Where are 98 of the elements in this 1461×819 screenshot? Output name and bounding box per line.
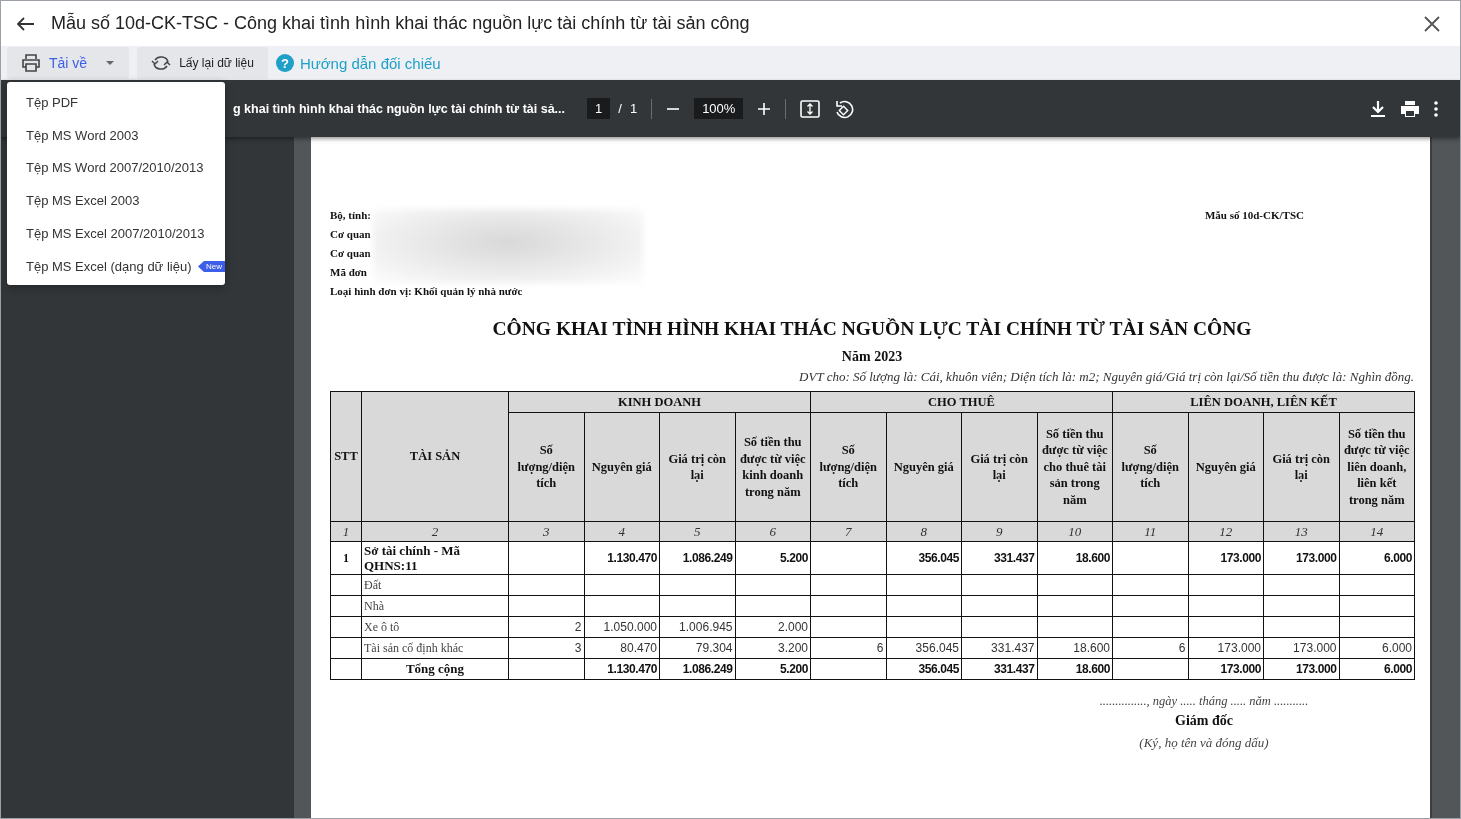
header-cell: STT	[330, 391, 362, 522]
menu-item[interactable]: Tệp PDF	[26, 94, 78, 110]
signer-title: Giám đốc	[1174, 713, 1234, 729]
header-cell: TÀI SẢN	[361, 391, 509, 522]
header-cell: Số tiền thu được từ việc cho thuê tài sản trong năm	[1037, 412, 1113, 522]
header-cell: LIÊN DOANH, LIÊN KẾT	[1112, 391, 1415, 413]
caret-icon	[105, 60, 116, 66]
header-cell: Số lượng/diện tích	[810, 412, 886, 522]
table-cell: 3.200	[735, 637, 811, 659]
table-cell: 1.086.249	[659, 658, 735, 680]
table-cell: 6	[810, 637, 886, 659]
table-cell: 2.000	[735, 616, 811, 638]
table-cell: 5.200	[735, 541, 811, 575]
header-cell: Giá trị còn lại	[659, 412, 735, 522]
download-button[interactable]: Tải về	[7, 47, 130, 79]
table-cell: 3	[508, 637, 584, 659]
menu-item[interactable]: Tệp MS Word 2007/2010/2013	[26, 160, 204, 176]
table-cell: 173.000	[1188, 658, 1264, 680]
table-cell: Đất	[361, 574, 509, 596]
menu-item[interactable]: Tệp MS Excel 2003	[26, 193, 140, 209]
page-field[interactable]: 1	[587, 98, 611, 119]
column-number: 1	[330, 521, 362, 542]
close-icon[interactable]	[1424, 15, 1440, 32]
menu-item[interactable]: Tệp MS Excel (dạng dữ liệu)	[26, 258, 192, 274]
table-cell: 18.600	[1037, 658, 1113, 680]
header-cell: Số lượng/diện tích	[1112, 412, 1188, 522]
table-cell: 356.045	[886, 541, 962, 575]
date-line: ..............., ngày ..... tháng ..... năm ...........	[1098, 694, 1310, 709]
table-cell: 331.437	[961, 541, 1037, 575]
table-cell: 1.050.000	[584, 616, 660, 638]
header-label: Cơ quan	[330, 228, 371, 242]
table-cell: 79.304	[659, 637, 735, 659]
table-cell: 173.000	[1263, 541, 1339, 575]
header-label: Cơ quan	[330, 247, 371, 261]
fit-page-icon[interactable]	[800, 99, 821, 118]
header-label: Bộ, tỉnh:	[330, 209, 371, 223]
header-cell: Giá trị còn lại	[1263, 412, 1339, 522]
menu-item[interactable]: Tệp MS Word 2003	[26, 127, 139, 143]
form-code: Mẫu số 10d-CK/TSC	[1204, 209, 1305, 223]
page-count: 1	[629, 101, 638, 116]
table-cell: 173.000	[1188, 541, 1264, 575]
download-icon[interactable]	[1370, 99, 1386, 118]
back-arrow-icon[interactable]	[17, 16, 35, 31]
zoom-field[interactable]: 100%	[694, 98, 744, 119]
table-cell: 18.600	[1037, 637, 1113, 659]
header-cell: Số lượng/diện tích	[508, 412, 584, 522]
table-cell: 331.437	[961, 658, 1037, 680]
table-cell: 18.600	[1037, 541, 1113, 575]
refresh-icon	[151, 55, 172, 71]
table-cell: 6	[1112, 637, 1188, 659]
window-title: Mẫu số 10d-CK-TSC - Công khai tình hình khai thác nguồn lực tài chính từ tài sản công	[51, 13, 751, 34]
table-cell: Tài sản cố định khác	[361, 637, 509, 659]
page-separator: /	[618, 101, 622, 116]
table-cell: 173.000	[1188, 637, 1264, 659]
table-cell: 2	[508, 616, 584, 638]
header-cell: Nguyên giá	[1188, 412, 1264, 522]
header-cell: Số tiền thu được từ việc kinh doanh trong năm	[735, 412, 811, 522]
table-cell: Tổng cộng	[361, 658, 509, 680]
table-cell: Nhà	[361, 595, 509, 617]
table-cell: 1.086.249	[659, 541, 735, 575]
header-label: Mã đơn	[330, 266, 368, 280]
table-cell: 6.000	[1339, 658, 1415, 680]
header-cell: KINH DOANH	[508, 391, 811, 413]
header-cell: Giá trị còn lại	[961, 412, 1037, 522]
table-cell: 356.045	[886, 637, 962, 659]
table-cell: 1.130.470	[584, 541, 660, 575]
printer-icon	[21, 54, 41, 72]
table-cell: 356.045	[886, 658, 962, 680]
table-cell: 1	[330, 541, 362, 575]
table-cell: 5.200	[735, 658, 811, 680]
table-cell: 173.000	[1263, 637, 1339, 659]
table-cell: 6.000	[1339, 637, 1415, 659]
menu-item[interactable]: Tệp MS Excel 2007/2010/2013	[26, 226, 205, 242]
zoom-in-icon[interactable]	[757, 101, 772, 116]
document-title: g khai tình hình khai thác nguồn lực tài chính từ tài sả...	[233, 100, 566, 118]
table-cell: 6.000	[1339, 541, 1415, 575]
report-title: CÔNG KHAI TÌNH HÌNH KHAI THÁC NGUỒN LỰC TÀI CHÍNH TỪ TÀI SẢN CÔNG	[491, 318, 1253, 340]
unit-note: DVT cho: Số lượng là: Cái, khuôn viên; Diện tích là: m2; Nguyên giá/Giá trị còn lại/Số tiền thu được là: Nghìn đồng.	[798, 369, 1414, 385]
reload-button[interactable]: Lấy lại dữ liệu	[137, 47, 268, 79]
scrollbar[interactable]	[1430, 137, 1460, 818]
table-cell: 1.006.945	[659, 616, 735, 638]
table-cell: Xe ô tô	[361, 616, 509, 638]
header-cell: Nguyên giá	[886, 412, 962, 522]
unit-type: Loại hình đơn vị: Khối quản lý nhà nước	[330, 285, 524, 299]
table-cell: 173.000	[1263, 658, 1339, 680]
table-cell: 331.437	[961, 637, 1037, 659]
header-cell: Số tiền thu được từ việc liên doanh, liên kết trong năm	[1339, 412, 1415, 522]
report-year: Năm 2023	[840, 349, 904, 365]
header-cell: CHO THUÊ	[810, 391, 1113, 413]
table-cell: 1.130.470	[584, 658, 660, 680]
signature-note: (Ký, họ tên và đóng dấu)	[1138, 735, 1270, 751]
new-badge: New	[198, 260, 225, 272]
rotate-icon[interactable]	[834, 98, 855, 119]
more-icon[interactable]	[1434, 100, 1438, 117]
table-cell: Sở tài chính - Mã QHNS:11	[361, 541, 509, 575]
table-cell: 80.470	[584, 637, 660, 659]
header-cell: Nguyên giá	[584, 412, 660, 522]
print-icon[interactable]	[1400, 99, 1420, 118]
